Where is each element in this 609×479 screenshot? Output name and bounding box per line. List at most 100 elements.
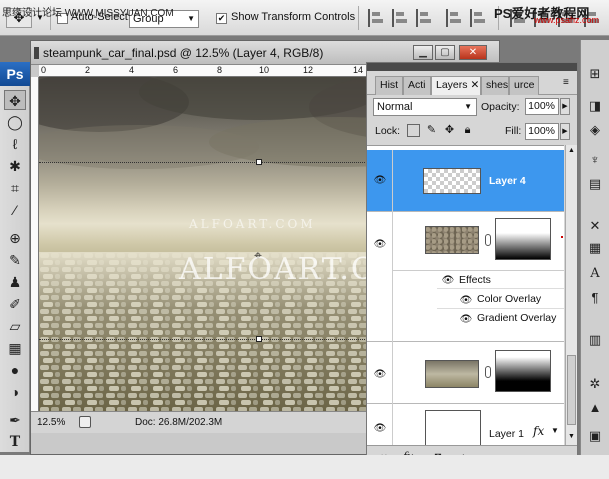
- fill-slider-icon[interactable]: ▶: [560, 123, 570, 140]
- layer-mask-thumbnail[interactable]: [495, 350, 551, 392]
- show-transform-checkbox[interactable]: ✔: [216, 13, 227, 24]
- fill-field[interactable]: 100%: [525, 123, 559, 140]
- info-icon[interactable]: ✲: [585, 374, 605, 394]
- chain-link-icon[interactable]: [485, 234, 491, 246]
- histogram-icon[interactable]: ▲: [585, 398, 605, 418]
- transform-handle[interactable]: [256, 159, 262, 165]
- lock-transparent-icon[interactable]: [407, 124, 420, 137]
- vertical-ruler[interactable]: [31, 77, 39, 411]
- chevron-down-icon[interactable]: ▼: [551, 426, 559, 435]
- align-center-icon[interactable]: [392, 9, 408, 27]
- layer-name[interactable]: Layer 4: [489, 175, 526, 187]
- layer-list-scrollbar[interactable]: ▲ ▼: [565, 145, 577, 445]
- blur-icon[interactable]: ●: [4, 360, 26, 380]
- panel-header[interactable]: [367, 63, 577, 71]
- align-middle-icon[interactable]: [470, 9, 486, 27]
- panel-menu-icon[interactable]: ≡: [563, 77, 569, 88]
- zoom-level[interactable]: 12.5%: [37, 417, 65, 428]
- move-icon[interactable]: ✥: [4, 90, 26, 110]
- ruler-mark: 12: [303, 65, 314, 75]
- history-brush-icon[interactable]: ✐: [4, 294, 26, 314]
- visibility-eye-icon[interactable]: 👁︎: [373, 240, 387, 250]
- credit-left: 思缘设计论坛 WWW.MISSYUAN.COM: [2, 8, 174, 19]
- chain-link-icon[interactable]: [485, 366, 491, 378]
- ruler-mark: 10: [259, 65, 270, 75]
- layer-thumbnail[interactable]: [423, 168, 481, 194]
- align-right-icon[interactable]: [416, 9, 432, 27]
- tab-brushes[interactable]: shes: [481, 76, 509, 95]
- tools-preset-icon[interactable]: ✕: [585, 216, 605, 236]
- doc-size[interactable]: Doc: 26.8M/202.3M: [135, 417, 222, 428]
- transform-handle[interactable]: [256, 336, 262, 342]
- tab-history[interactable]: Hist: [375, 76, 403, 95]
- effects-eye-icon[interactable]: 👁︎: [441, 276, 455, 286]
- layer-row-masked[interactable]: 👁︎ 👁︎ Effects 👁︎ Color Overlay 👁︎ Gradie…: [367, 212, 564, 342]
- layer-thumbnail[interactable]: [425, 410, 481, 445]
- eyedropper-icon[interactable]: ⁄: [4, 200, 26, 220]
- layer-thumbnail[interactable]: [425, 226, 479, 254]
- dodge-icon[interactable]: ◑: [4, 382, 26, 402]
- color-icon[interactable]: ◨: [585, 96, 605, 116]
- type-icon[interactable]: T: [4, 432, 26, 452]
- visibility-eye-icon[interactable]: 👁︎: [373, 424, 387, 434]
- notes-icon[interactable]: ▥: [585, 330, 605, 350]
- tab-source[interactable]: urce: [509, 76, 539, 95]
- blend-mode-dropdown[interactable]: Normal ▼: [373, 98, 477, 116]
- layer-row-sky[interactable]: 👁︎: [367, 342, 564, 404]
- lock-all-icon[interactable]: 🔒︎: [461, 124, 474, 137]
- paths-icon[interactable]: ▤: [585, 174, 605, 194]
- layer-thumbnail[interactable]: [425, 360, 479, 388]
- fill-label: Fill:: [505, 125, 522, 137]
- scrollbar-thumb[interactable]: [567, 355, 576, 425]
- minimize-button[interactable]: ▁: [413, 45, 433, 60]
- navigator-icon[interactable]: ⊞: [585, 64, 605, 84]
- effect-gradient-overlay[interactable]: Gradient Overlay: [477, 312, 556, 324]
- pen-icon[interactable]: ✒: [4, 410, 26, 430]
- layer-mask-thumbnail[interactable]: [495, 218, 551, 260]
- opacity-slider-icon[interactable]: ▶: [560, 98, 570, 115]
- channels-icon[interactable]: ♆: [585, 150, 605, 170]
- fx-icon[interactable]: fx: [533, 424, 544, 438]
- lock-position-icon[interactable]: ✥: [443, 124, 456, 137]
- healing-icon[interactable]: ⊕: [4, 228, 26, 248]
- close-button[interactable]: ✕: [459, 45, 487, 60]
- effect-eye-icon[interactable]: 👁︎: [459, 315, 473, 325]
- align-top-icon[interactable]: [446, 9, 462, 27]
- lock-image-icon[interactable]: ✎: [425, 124, 438, 137]
- character-icon[interactable]: A: [585, 264, 605, 284]
- magic-wand-icon[interactable]: ✱: [4, 156, 26, 176]
- layers-icon[interactable]: ◈: [585, 120, 605, 140]
- visibility-eye-icon[interactable]: 👁︎: [373, 176, 387, 186]
- scroll-up-icon[interactable]: ▲: [568, 147, 575, 154]
- opacity-label: Opacity:: [481, 101, 520, 113]
- scroll-down-icon[interactable]: ▼: [568, 433, 575, 440]
- layer-row-layer-4[interactable]: 👁︎ Layer 4: [367, 150, 564, 212]
- divider: [392, 212, 393, 342]
- visibility-eye-icon[interactable]: 👁︎: [373, 370, 387, 380]
- effects-label[interactable]: Effects: [459, 274, 491, 286]
- effect-eye-icon[interactable]: 👁︎: [459, 296, 473, 306]
- gradient-icon[interactable]: ▦: [4, 338, 26, 358]
- tab-layers[interactable]: Layers ✕: [431, 76, 481, 95]
- paragraph-icon[interactable]: ¶: [585, 288, 605, 308]
- document-title: steampunk_car_final.psd @ 12.5% (Layer 4…: [43, 46, 324, 60]
- styles-icon[interactable]: ▦: [585, 238, 605, 258]
- effect-color-overlay[interactable]: Color Overlay: [477, 293, 541, 305]
- stamp-icon[interactable]: ♟: [4, 272, 26, 292]
- marquee-icon[interactable]: ◯: [4, 112, 26, 132]
- animation-icon[interactable]: ▣: [585, 426, 605, 446]
- maximize-button[interactable]: ▢: [435, 45, 455, 60]
- layers-panel: Hist Acti Layers ✕ shes urce ≡ Normal ▼ O…: [366, 62, 578, 468]
- status-menu-icon[interactable]: [79, 416, 91, 428]
- opacity-field[interactable]: 100%: [525, 98, 559, 115]
- eraser-icon[interactable]: ▱: [4, 316, 26, 336]
- chevron-down-icon: ▼: [464, 102, 472, 111]
- lasso-icon[interactable]: ℓ: [4, 134, 26, 154]
- crop-icon[interactable]: ⌗: [4, 178, 26, 198]
- layer-row-layer-1[interactable]: 👁︎ Layer 1 fx ▼: [367, 404, 564, 445]
- close-icon[interactable]: ✕: [470, 79, 479, 91]
- tab-actions[interactable]: Acti: [403, 76, 431, 95]
- layer-name[interactable]: Layer 1: [489, 428, 524, 440]
- align-left-icon[interactable]: [368, 9, 384, 27]
- brush-icon[interactable]: ✎: [4, 250, 26, 270]
